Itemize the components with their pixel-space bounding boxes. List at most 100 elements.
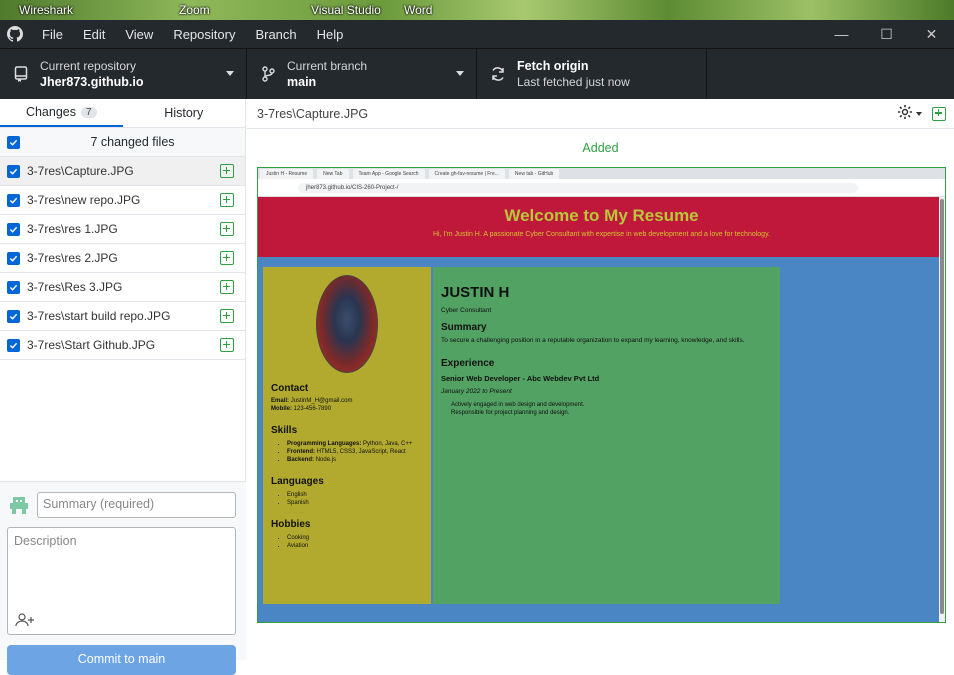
resume-left-column: Contact Email: JustinM_H@gmail.com Mobil…: [263, 267, 431, 604]
list-item: English: [287, 491, 423, 499]
changed-files-count: 7 changed files: [90, 135, 175, 149]
current-branch-button[interactable]: Current branch main: [247, 49, 477, 99]
file-checkbox[interactable]: [7, 309, 20, 323]
resume-subtitle: Hi, I'm Justin H. A passionate Cyber Con…: [433, 231, 770, 238]
taskbar-item-visual-studio[interactable]: Visual Studio: [311, 3, 381, 17]
menu-edit[interactable]: Edit: [73, 27, 115, 42]
menu-bar: File Edit View Repository Branch Help — …: [0, 20, 954, 48]
menu-view[interactable]: View: [115, 27, 163, 42]
profile-image: [316, 275, 378, 373]
current-repository-value: Jher873.github.io: [40, 75, 144, 89]
file-name: 3-7res\start build repo.JPG: [27, 309, 171, 323]
summary-heading: Summary: [441, 322, 487, 333]
skills-heading: Skills: [271, 425, 298, 436]
file-row[interactable]: 3-7res\new repo.JPG: [0, 186, 245, 215]
commit-button[interactable]: Commit to main: [7, 645, 236, 675]
select-all-row: 7 changed files: [0, 128, 245, 157]
file-name: 3-7res\res 1.JPG: [27, 222, 118, 236]
diff-header: 3-7res\Capture.JPG: [247, 99, 954, 129]
file-added-icon: [220, 280, 234, 294]
file-added-icon: [220, 222, 234, 236]
file-row[interactable]: 3-7res\Capture.JPG: [0, 157, 245, 186]
experience-heading: Experience: [441, 358, 495, 369]
skills-list: Programming Languages: Python, Java, C++…: [287, 440, 423, 464]
current-repository-label: Current repository: [40, 59, 137, 73]
chevron-down-icon: [226, 71, 234, 76]
menu-branch[interactable]: Branch: [245, 27, 306, 42]
fetch-origin-button[interactable]: Fetch origin Last fetched just now: [477, 49, 707, 99]
image-preview: Justin H - Resume New Tab Team App - Goo…: [257, 167, 946, 623]
file-checkbox[interactable]: [7, 251, 20, 265]
list-item: Actively engaged in web design and devel…: [451, 402, 585, 408]
tab-history[interactable]: History: [123, 99, 246, 127]
file-row[interactable]: 3-7res\res 1.JPG: [0, 215, 245, 244]
taskbar-item-zoom[interactable]: Zoom: [179, 3, 210, 17]
maximize-icon[interactable]: ☐: [864, 26, 909, 43]
resume-hero: Welcome to My Resume Hi, I'm Justin H. A…: [258, 197, 945, 257]
browser-address-bar: jher873.github.io/CIS-260-Project-/: [258, 179, 945, 197]
desktop-taskbar: Wireshark Zoom Visual Studio Word: [0, 0, 954, 20]
file-checkbox[interactable]: [7, 338, 20, 352]
commit-description-input[interactable]: Description: [7, 527, 236, 635]
file-added-icon: [220, 164, 234, 178]
resume-right-column: JUSTIN H Cyber Consultant Summary To sec…: [433, 267, 780, 604]
menu-help[interactable]: Help: [307, 27, 354, 42]
file-path: 3-7res\Capture.JPG: [257, 106, 369, 121]
tab-changes-label: Changes: [25, 105, 76, 119]
list-item: Frontend: HTML5, CSS3, JavaScript, React: [287, 448, 423, 456]
job-dates: January 2022 to Present: [441, 388, 512, 395]
tab-changes[interactable]: Changes 7: [0, 99, 123, 127]
file-checkbox[interactable]: [7, 222, 20, 236]
browser-tab: New Tab: [317, 169, 349, 179]
file-row[interactable]: 3-7res\Start Github.JPG: [0, 331, 245, 360]
file-name: 3-7res\Start Github.JPG: [27, 338, 156, 352]
tab-history-label: History: [164, 106, 204, 120]
current-branch-label: Current branch: [287, 59, 368, 73]
file-added-icon: [932, 106, 946, 121]
file-name: 3-7res\Res 3.JPG: [27, 280, 123, 294]
file-row[interactable]: 3-7res\Res 3.JPG: [0, 273, 245, 302]
add-coauthor-icon[interactable]: [15, 613, 35, 630]
menu-repository[interactable]: Repository: [163, 27, 245, 42]
current-repository-button[interactable]: Current repository Jher873.github.io: [0, 49, 247, 99]
taskbar-item-word[interactable]: Word: [404, 3, 432, 17]
taskbar-item-wireshark[interactable]: Wireshark: [19, 3, 73, 17]
resume-title: Welcome to My Resume: [504, 206, 699, 225]
github-logo-icon: [0, 26, 30, 42]
minimize-icon[interactable]: —: [819, 26, 864, 43]
diff-settings-button[interactable]: [897, 104, 922, 123]
file-added-icon: [220, 338, 234, 352]
current-branch-value: main: [287, 75, 317, 89]
hobbies-list: Cooking Aviation: [287, 534, 423, 550]
list-item: Programming Languages: Python, Java, C++: [287, 440, 423, 448]
file-added-icon: [220, 193, 234, 207]
list-item: Spanish: [287, 499, 423, 507]
last-fetched-text: Last fetched just now: [517, 75, 630, 89]
changes-sidebar: Changes 7 History 7 changed files 3-7res…: [0, 99, 246, 675]
file-name: 3-7res\new repo.JPG: [27, 193, 141, 207]
job-title: Senior Web Developer - Abc Webdev Pvt Lt…: [441, 374, 600, 383]
close-icon[interactable]: ✕: [909, 26, 954, 43]
file-row[interactable]: 3-7res\start build repo.JPG: [0, 302, 245, 331]
select-all-checkbox[interactable]: [7, 135, 20, 149]
file-row[interactable]: 3-7res\res 2.JPG: [0, 244, 245, 273]
resume-role: Cyber Consultant: [441, 307, 492, 314]
file-checkbox[interactable]: [7, 193, 20, 207]
repo-icon: [10, 66, 32, 82]
contact-email: Email: JustinM_H@gmail.com: [271, 398, 353, 404]
list-item: Cooking: [287, 534, 423, 542]
file-checkbox[interactable]: [7, 164, 20, 178]
commit-summary-input[interactable]: Summary (required): [37, 492, 236, 518]
languages-heading: Languages: [271, 476, 324, 487]
diff-status: Added: [582, 141, 619, 155]
menu-file[interactable]: File: [32, 27, 73, 42]
diff-view: 3-7res\Capture.JPG Added Justin H - Resu…: [247, 99, 954, 660]
resume-name: JUSTIN H: [441, 284, 510, 301]
languages-list: English Spanish: [287, 491, 423, 507]
file-checkbox[interactable]: [7, 280, 20, 294]
sync-icon: [487, 66, 509, 82]
browser-tab: New tab - GitHub: [508, 169, 560, 179]
description-placeholder: Description: [14, 534, 77, 548]
summary-text: To secure a challenging position in a re…: [441, 337, 745, 344]
browser-tab: Justin H - Resume: [260, 169, 314, 179]
